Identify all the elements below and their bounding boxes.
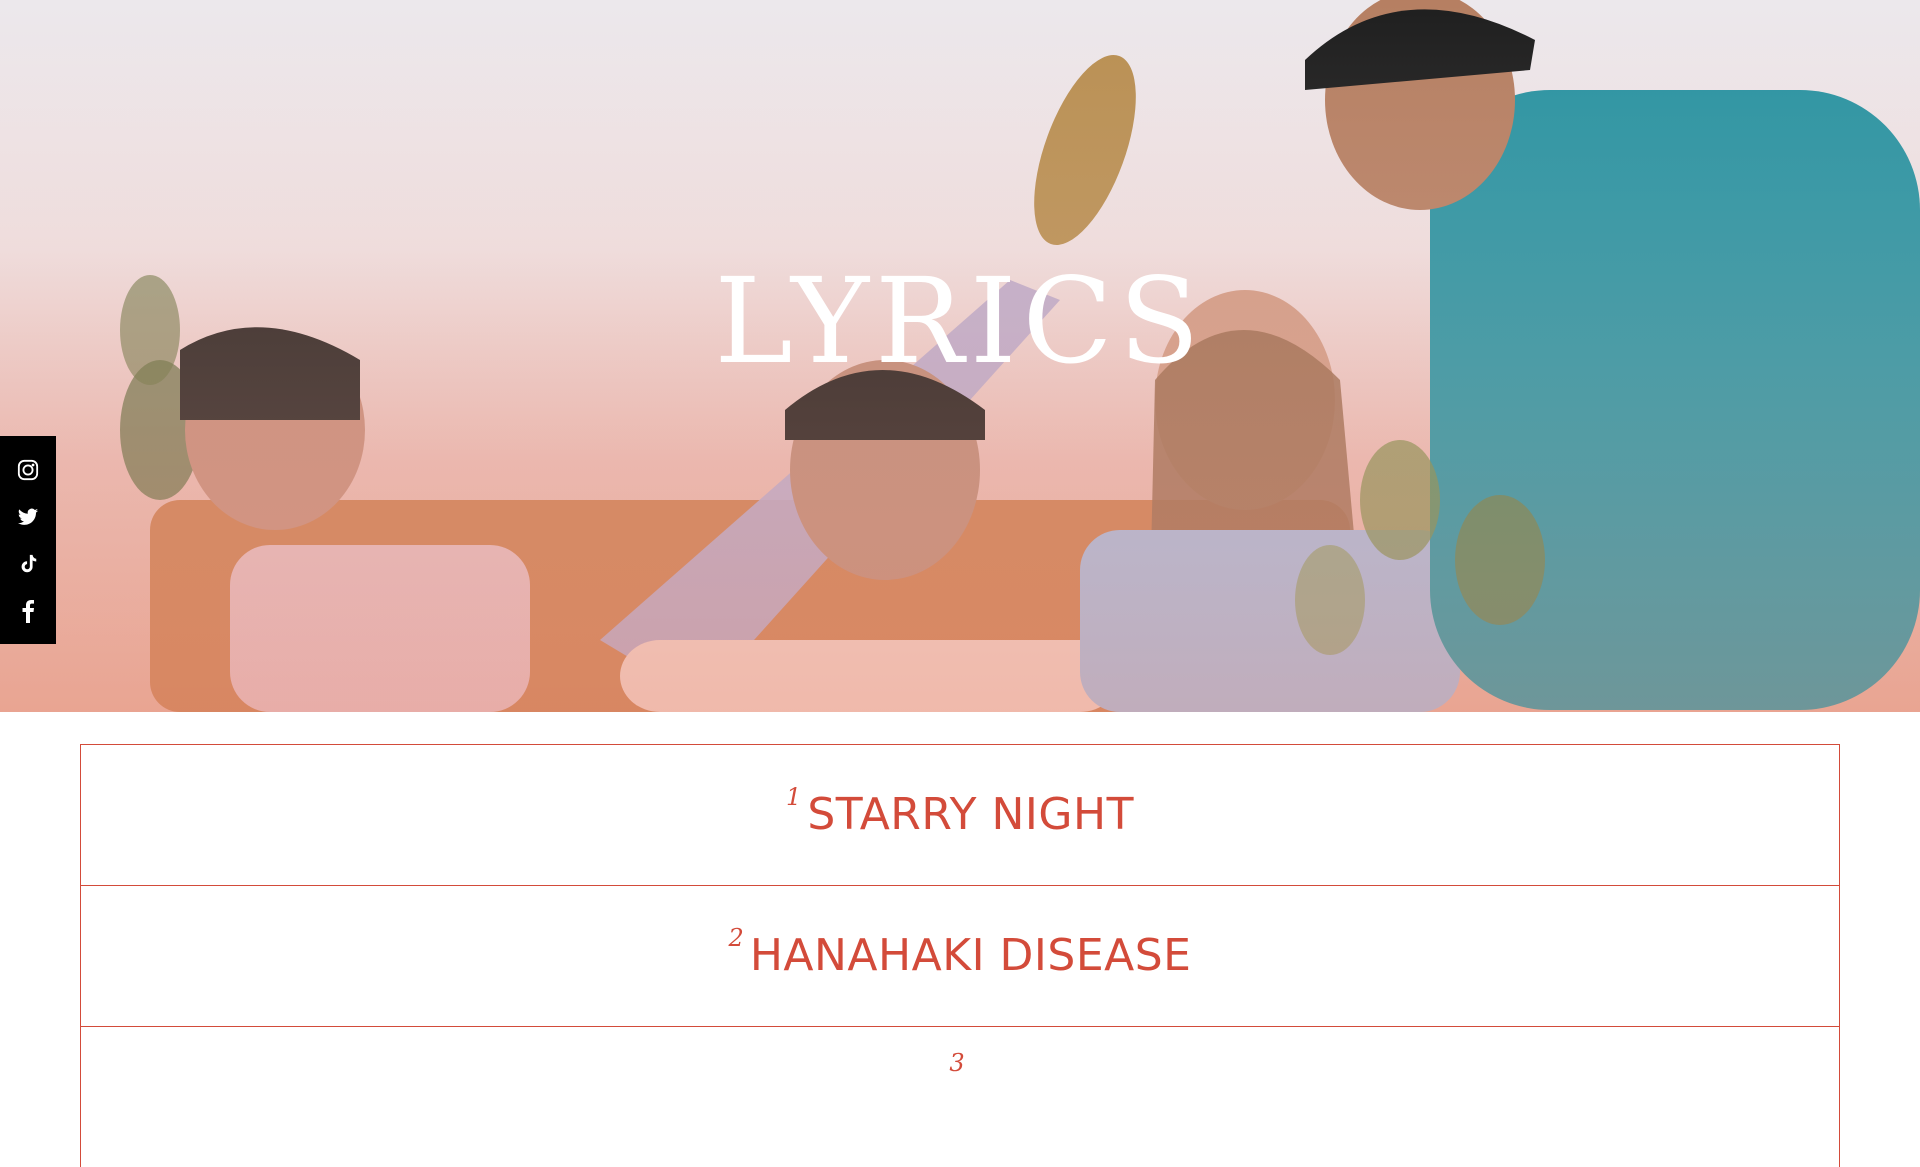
hero-banner: LYRICS [0, 0, 1920, 712]
track-title: HANAHAKI DISEASE [749, 929, 1192, 981]
social-sidebar [0, 436, 56, 644]
track-item[interactable]: 1 STARRY NIGHT [80, 744, 1840, 885]
track-number: 1 [786, 782, 802, 811]
tiktok-icon[interactable] [16, 552, 40, 576]
track-item[interactable]: 2 HANAHAKI DISEASE [80, 885, 1840, 1026]
track-list: 1 STARRY NIGHT 2 HANAHAKI DISEASE 3 [80, 744, 1840, 1167]
page-title: LYRICS [714, 252, 1206, 390]
track-number: 3 [949, 1049, 965, 1077]
twitter-icon[interactable] [16, 505, 40, 529]
track-title: STARRY NIGHT [807, 788, 1134, 840]
instagram-icon[interactable] [16, 458, 40, 482]
track-number: 2 [728, 923, 744, 952]
facebook-icon[interactable] [16, 599, 40, 623]
track-item[interactable]: 3 [80, 1026, 1840, 1167]
